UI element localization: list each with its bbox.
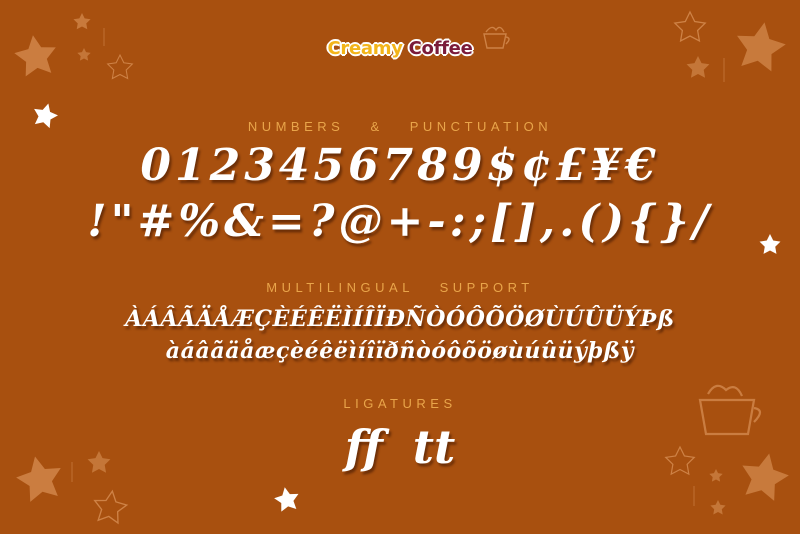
- logo-word-coffee: Coffee: [408, 38, 473, 59]
- ligatures-heading: LIGATURES: [343, 396, 457, 411]
- logo-word-creamy: Creamy: [327, 38, 403, 59]
- star-icon: [272, 485, 302, 513]
- numbers-heading: NUMBERS & PUNCTUATION: [247, 119, 553, 134]
- multilingual-heading: MULTILINGUAL SUPPORT: [266, 280, 534, 295]
- numbers-row: 0123456789$¢£¥€: [140, 140, 660, 191]
- multilingual-lowercase-row: àáâãäåæçèéêëìíîïðñòóôõöøùúûüýþßÿ: [165, 338, 635, 364]
- brand-logo: Creamy Coffee: [0, 38, 800, 59]
- punctuation-row: !"#%&=?@+-:;[],.(){}/: [87, 196, 713, 247]
- star-icon: [710, 500, 726, 515]
- star-icon: [673, 11, 707, 42]
- star-icon: [91, 488, 130, 525]
- star-icon: [686, 56, 710, 78]
- star-icon: [73, 13, 91, 30]
- ligatures-row: ff tt: [344, 420, 456, 474]
- multilingual-uppercase-row: ÀÁÂÃÄÅÆÇÈÉÊËÌÍÎÏÐÑÒÓÔÕÖØÙÚÛÜÝÞß: [125, 306, 675, 332]
